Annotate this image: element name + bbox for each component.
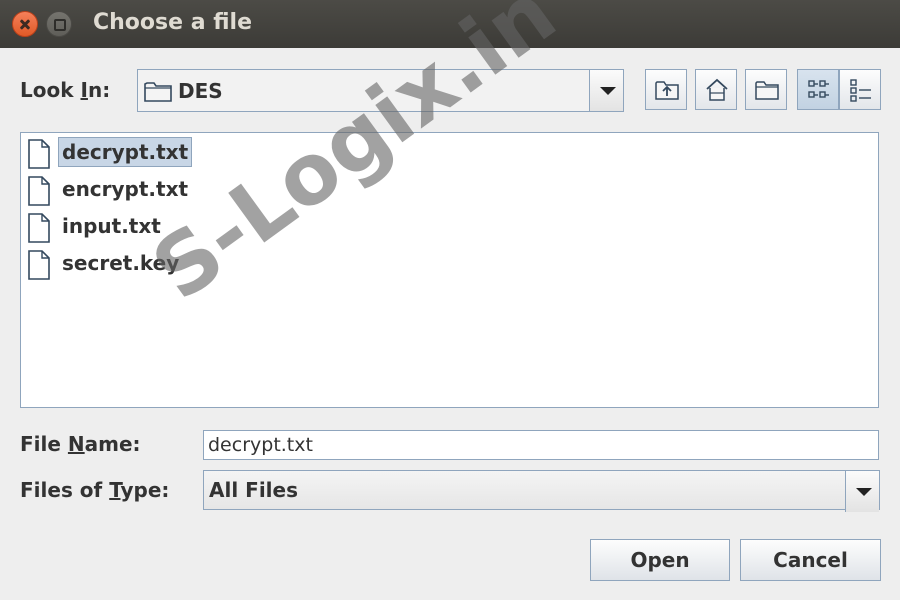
files-of-type-value: All Files xyxy=(209,478,298,502)
files-of-type-label: Files of Type: xyxy=(20,478,170,502)
window-title: Choose a file xyxy=(93,10,252,35)
title-bar: Choose a file xyxy=(0,0,900,48)
file-name-label: File Name: xyxy=(20,432,141,456)
chevron-down-icon[interactable] xyxy=(845,471,879,512)
look-in-value: DES xyxy=(178,79,223,103)
file-name-label: input.txt xyxy=(62,214,161,238)
cancel-button[interactable]: Cancel xyxy=(740,539,881,581)
file-name-label: secret.key xyxy=(62,251,180,275)
details-view-icon xyxy=(850,79,871,102)
chevron-down-icon[interactable] xyxy=(589,70,623,111)
maximize-window-button[interactable] xyxy=(46,11,72,37)
home-button[interactable] xyxy=(695,69,737,110)
home-icon xyxy=(706,78,728,101)
new-folder-icon xyxy=(755,81,779,100)
file-name-label: encrypt.txt xyxy=(62,177,189,201)
files-of-type-dropdown[interactable]: All Files xyxy=(203,470,880,512)
folder-icon xyxy=(144,82,172,102)
file-icon xyxy=(28,139,50,169)
list-view-button[interactable] xyxy=(797,69,839,110)
look-in-dropdown[interactable]: DES xyxy=(137,69,624,112)
file-icon xyxy=(28,250,50,280)
file-icon xyxy=(28,176,50,206)
close-window-button[interactable] xyxy=(12,11,38,37)
details-view-button[interactable] xyxy=(839,69,881,110)
up-one-level-button[interactable] xyxy=(645,69,687,110)
file-name-field[interactable] xyxy=(203,430,879,460)
list-view-icon xyxy=(808,80,829,98)
open-button[interactable]: Open xyxy=(590,539,730,581)
file-list[interactable]: decrypt.txt encrypt.txt input.txt secret… xyxy=(20,132,879,408)
up-one-level-icon xyxy=(655,81,679,100)
file-icon xyxy=(28,213,50,243)
file-name-label: decrypt.txt xyxy=(58,137,193,167)
look-in-label: Look In: xyxy=(20,78,111,102)
new-folder-button[interactable] xyxy=(745,69,787,110)
